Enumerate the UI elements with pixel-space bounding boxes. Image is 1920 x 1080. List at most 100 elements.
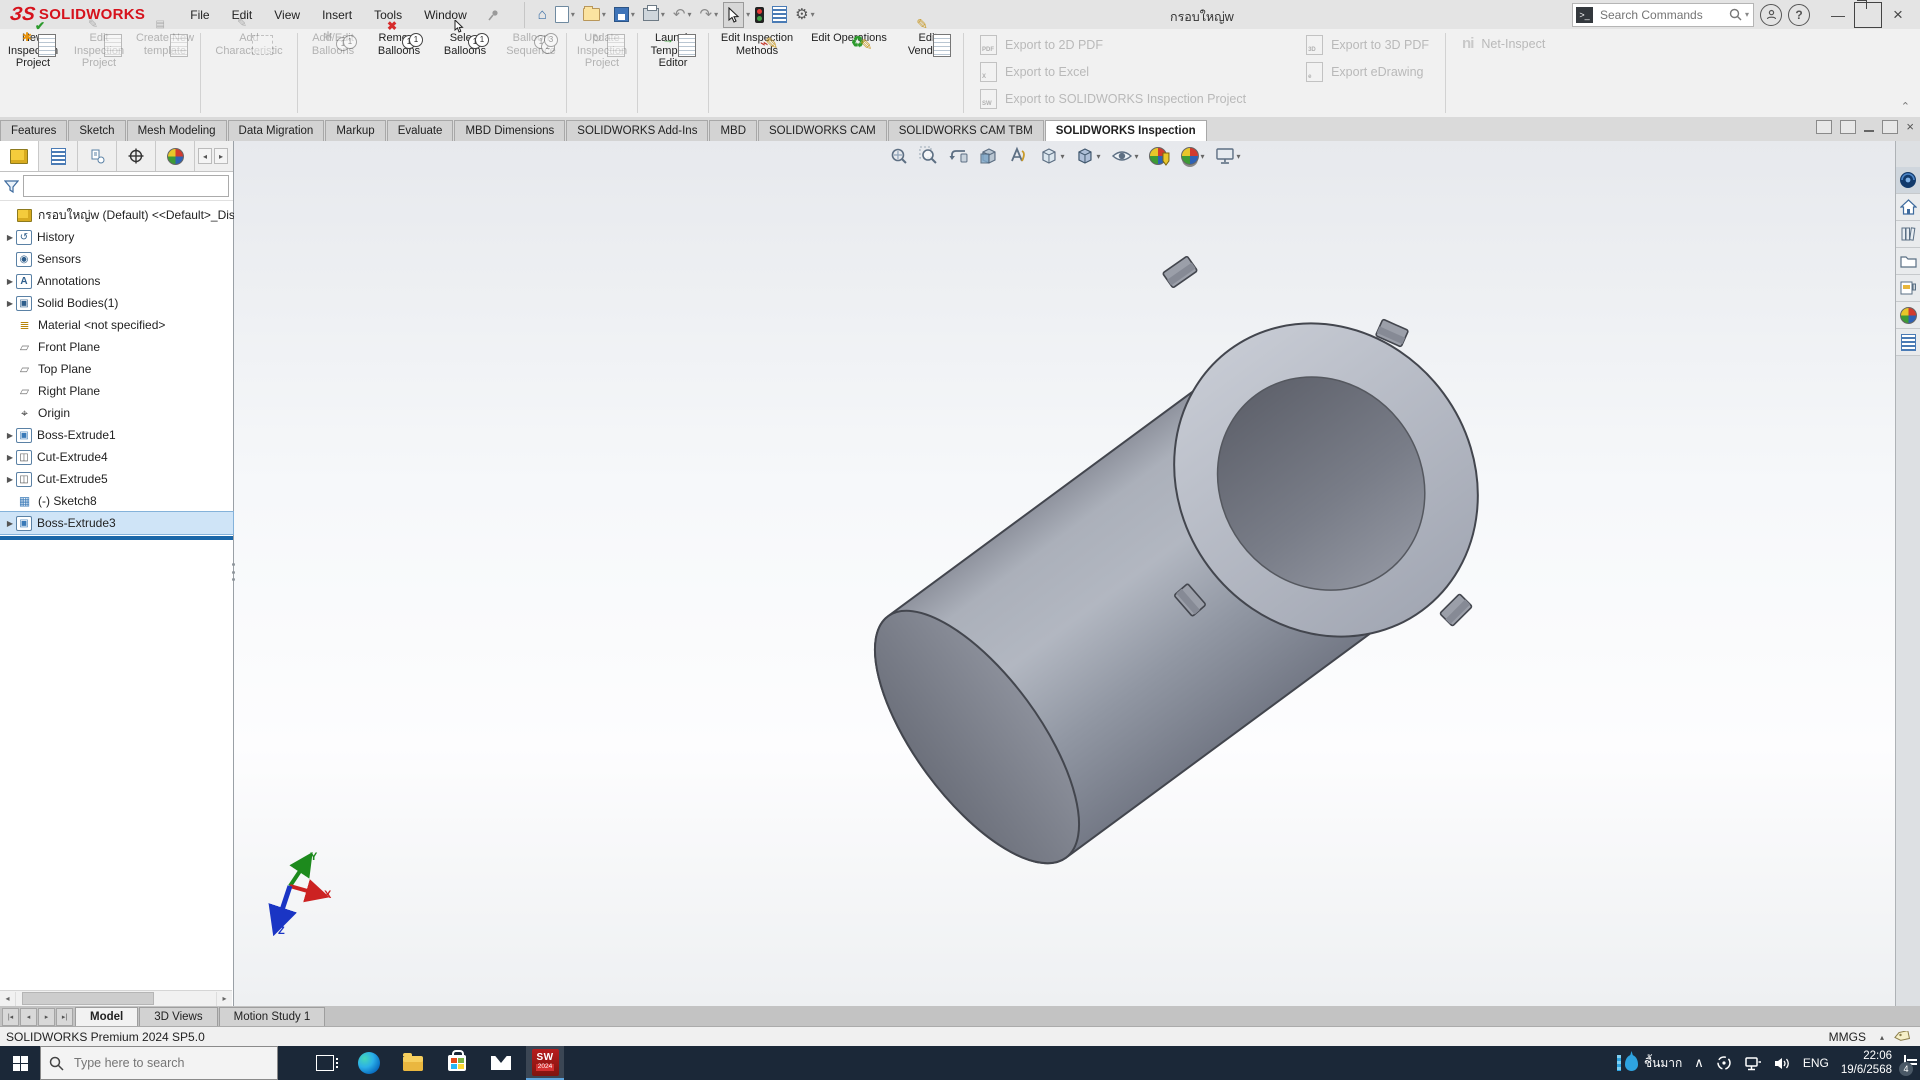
tab-data-migration[interactable]: Data Migration [228, 120, 325, 141]
options-button[interactable]: ⚙▾ [792, 3, 817, 27]
command-search-input[interactable] [1598, 7, 1729, 23]
expand-arrow-icon[interactable]: ▶ [4, 299, 16, 308]
microsoft-store-button[interactable] [438, 1046, 476, 1080]
chevron-down-icon[interactable]: ▾ [746, 10, 750, 19]
view-palette-button[interactable] [1896, 275, 1920, 302]
launch-template-editor-button[interactable]: → Launch Template Editor [640, 29, 706, 117]
next-tab-icon[interactable]: ▸ [38, 1008, 55, 1026]
network-icon[interactable] [1744, 1056, 1762, 1071]
dock-left-icon[interactable] [1816, 120, 1832, 134]
annotation-view-button[interactable] [1005, 144, 1031, 168]
expand-arrow-icon[interactable]: ▶ [4, 453, 16, 462]
minimize-document-icon[interactable] [1864, 122, 1874, 132]
expand-arrow-icon[interactable]: ▶ [4, 519, 16, 528]
tree-item-solid-bodies[interactable]: ▶ ▣ Solid Bodies(1) [0, 292, 233, 314]
first-tab-icon[interactable]: |◂ [2, 1008, 19, 1026]
new-document-button[interactable]: ▾ [552, 3, 578, 27]
language-indicator[interactable]: ENG [1803, 1056, 1829, 1070]
edit-operations-button[interactable]: ♻✎ Edit Operations [803, 29, 895, 117]
solidworks-taskbar-button[interactable]: SW2024 [526, 1046, 564, 1080]
display-style-button[interactable]: ▾ [1071, 144, 1103, 168]
create-new-template-button[interactable]: ▤ Create New template [132, 29, 198, 117]
command-search-box[interactable]: >_ ▾ [1572, 3, 1754, 27]
scroll-right-icon[interactable]: ▸ [214, 148, 228, 164]
tab-3d-views[interactable]: 3D Views [139, 1007, 217, 1026]
tab-feature-manager[interactable] [0, 141, 39, 171]
tree-item-history[interactable]: ▶ ↺ History [0, 226, 233, 248]
tree-item-front-plane[interactable]: ▱ Front Plane [0, 336, 233, 358]
chevron-down-icon[interactable]: ▾ [1134, 152, 1138, 161]
hide-show-items-button[interactable]: ▾ [1107, 144, 1141, 168]
tab-mbd-dimensions[interactable]: MBD Dimensions [454, 120, 565, 141]
tree-item-sensors[interactable]: ◉ Sensors [0, 248, 233, 270]
mail-button[interactable] [482, 1046, 520, 1080]
new-inspection-project-button[interactable]: ✱✔ New Inspection Project [0, 29, 66, 117]
close-button[interactable]: × [1884, 3, 1912, 27]
model-3d-cylinder[interactable] [779, 203, 1709, 993]
start-button[interactable] [0, 1046, 40, 1080]
tag-icon[interactable] [1894, 1031, 1910, 1044]
tree-item-annotations[interactable]: ▶ A Annotations [0, 270, 233, 292]
close-document-icon[interactable]: × [1906, 122, 1914, 132]
edge-browser-button[interactable] [350, 1046, 388, 1080]
chevron-down-icon[interactable]: ▾ [714, 10, 718, 19]
edit-appearance-button[interactable] [1146, 144, 1174, 168]
view-orientation-button[interactable]: ▾ [1035, 144, 1067, 168]
tree-root[interactable]: กรอบใหญ่w (Default) <<Default>_Displ [0, 204, 233, 226]
graphics-viewport[interactable]: ▾ ▾ ▾ ▾ [234, 141, 1895, 1006]
export-edrawing-button[interactable]: e Export eDrawing [1306, 62, 1429, 82]
threedexperience-button[interactable] [1896, 167, 1920, 194]
user-account-button[interactable] [1760, 4, 1782, 26]
tab-evaluate[interactable]: Evaluate [387, 120, 454, 141]
redo-button[interactable]: ↷▾ [697, 3, 722, 27]
units-dropdown-icon[interactable]: ▴ [1880, 1033, 1884, 1042]
chevron-down-icon[interactable]: ▾ [1201, 152, 1205, 161]
dock-right-icon[interactable] [1840, 120, 1856, 134]
tree-item-material[interactable]: ≣ Material <not specified> [0, 314, 233, 336]
export-excel-button[interactable]: X Export to Excel [980, 62, 1246, 82]
export-inspection-project-button[interactable]: SW Export to SOLIDWORKS Inspection Proje… [980, 89, 1246, 109]
add-characteristic-button[interactable]: ✎ Add Characteristic [203, 29, 295, 117]
clock[interactable]: 22:06 19/6/2568 [1841, 1049, 1892, 1078]
prev-tab-icon[interactable]: ◂ [20, 1008, 37, 1026]
custom-properties-button[interactable] [1896, 329, 1920, 356]
last-tab-icon[interactable]: ▸| [56, 1008, 73, 1026]
chevron-down-icon[interactable]: ▾ [687, 10, 691, 19]
edit-inspection-methods-button[interactable]: ⌁✎ Edit Inspection Methods [711, 29, 803, 117]
menu-window[interactable]: Window [413, 2, 478, 28]
update-inspection-project-button[interactable]: ↻ Update Inspection Project [569, 29, 635, 117]
panel-splitter-handle[interactable] [230, 559, 237, 585]
search-icon[interactable] [1729, 8, 1742, 21]
volume-icon[interactable] [1774, 1056, 1791, 1071]
tree-item-cut-extrude4[interactable]: ▶ ◫ Cut-Extrude4 [0, 446, 233, 468]
menu-view[interactable]: View [263, 2, 311, 28]
tab-dimxpert-manager[interactable] [117, 141, 156, 171]
weather-widget[interactable]: ชื้นมาก [1617, 1054, 1682, 1073]
chevron-down-icon[interactable]: ▾ [1060, 152, 1064, 161]
menu-file[interactable]: File [179, 2, 220, 28]
tab-features[interactable]: Features [0, 120, 67, 141]
export-2d-pdf-button[interactable]: PDF Export to 2D PDF [980, 35, 1246, 55]
tree-filter-input[interactable] [23, 175, 229, 197]
solidworks-resources-button[interactable] [1896, 194, 1920, 221]
tab-solidworks-cam-tbm[interactable]: SOLIDWORKS CAM TBM [888, 120, 1044, 141]
taskbar-search-input[interactable] [72, 1055, 246, 1071]
edit-vendors-button[interactable]: ✎ Edit Vendors [895, 29, 961, 117]
tab-motion-study-1[interactable]: Motion Study 1 [219, 1007, 326, 1026]
expand-arrow-icon[interactable]: ▶ [4, 233, 16, 242]
net-inspect-button[interactable]: ni Net-Inspect [1462, 35, 1545, 52]
filter-funnel-icon[interactable] [4, 179, 19, 194]
file-properties-button[interactable] [769, 3, 790, 27]
tree-item-boss-extrude1[interactable]: ▶ ▣ Boss-Extrude1 [0, 424, 233, 446]
tree-item-boss-extrude3[interactable]: ▶ ▣ Boss-Extrude3 [0, 512, 233, 534]
rebuild-button[interactable] [752, 3, 767, 27]
restore-document-icon[interactable] [1882, 120, 1898, 134]
view-settings-button[interactable]: ▾ [1212, 145, 1244, 167]
help-button[interactable]: ? [1788, 4, 1810, 26]
chevron-down-icon[interactable]: ▾ [571, 10, 575, 19]
scroll-left-icon[interactable]: ◂ [0, 992, 16, 1006]
tab-mbd[interactable]: MBD [709, 120, 757, 141]
tab-mesh-modeling[interactable]: Mesh Modeling [127, 120, 227, 141]
tree-item-right-plane[interactable]: ▱ Right Plane [0, 380, 233, 402]
ribbon-collapse-icon[interactable]: ⌃ [1901, 100, 1910, 113]
